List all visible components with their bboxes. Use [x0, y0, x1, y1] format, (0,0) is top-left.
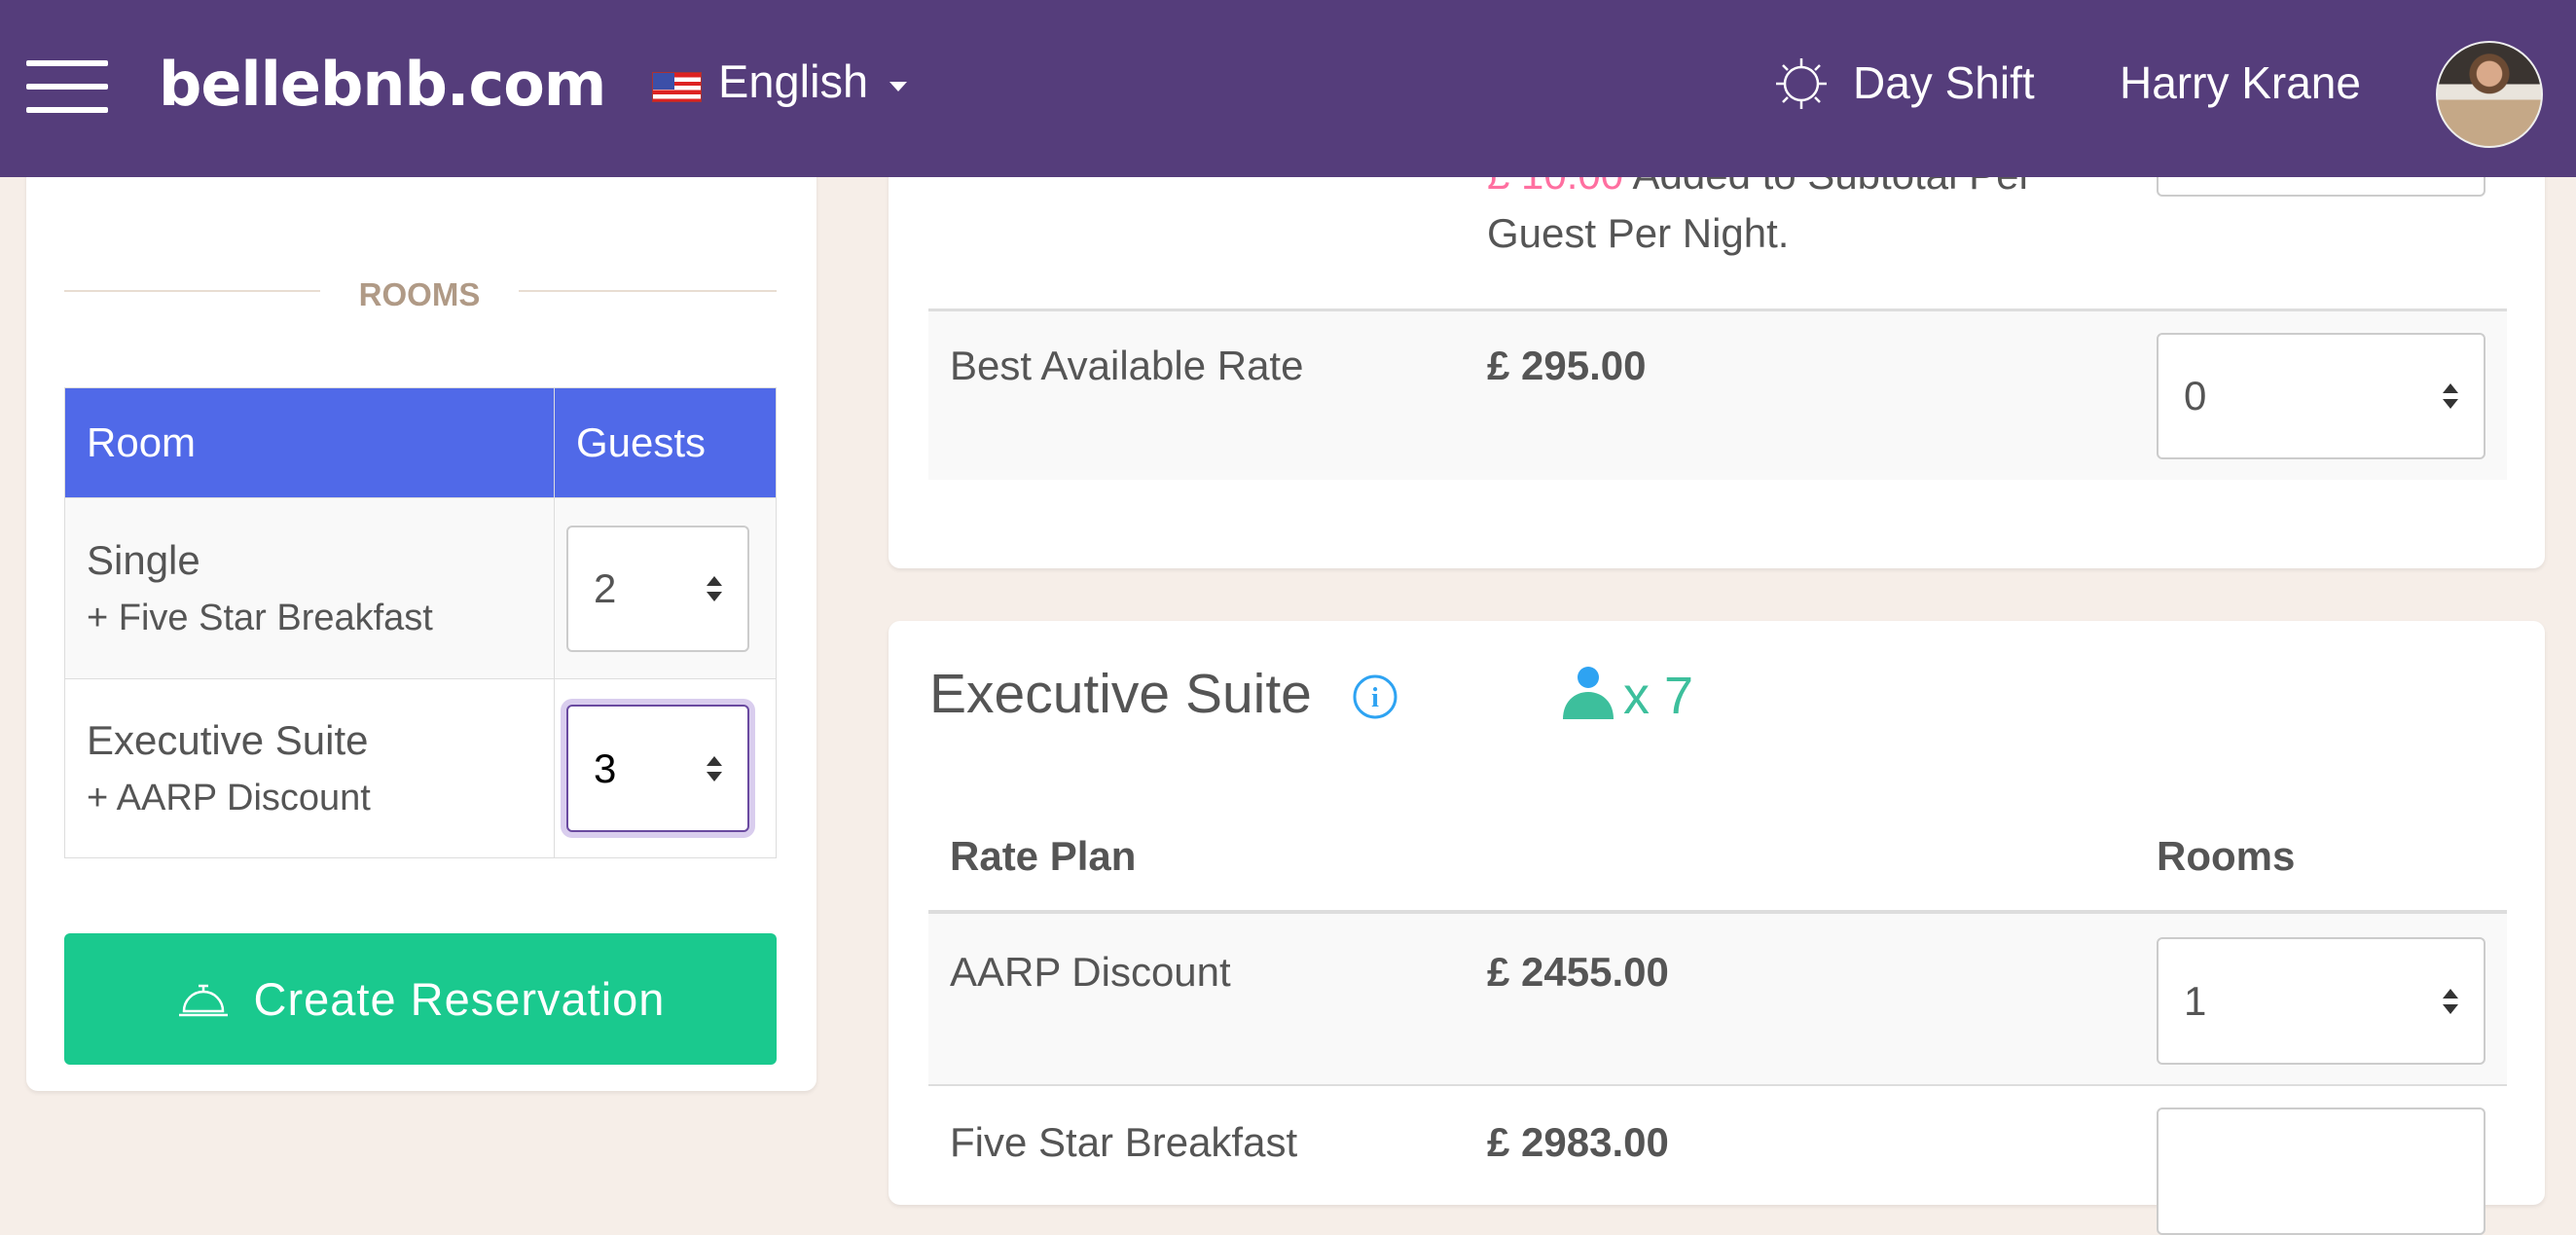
room-name: Single	[87, 537, 200, 583]
guests-select[interactable]: 3	[566, 705, 749, 832]
chevron-updown-icon	[2443, 988, 2458, 1014]
column-header: Rate Plan	[950, 833, 1137, 879]
top-navbar: bellebnb.com English Day Shift Harry Kra…	[0, 0, 2576, 177]
avatar[interactable]	[2436, 41, 2543, 148]
rate-price: £ 2983.00	[1487, 1119, 1669, 1165]
divider	[519, 290, 777, 292]
logo[interactable]: bellebnb.com	[159, 49, 606, 120]
rate-price: £ 2455.00	[1487, 949, 1669, 995]
divider	[64, 290, 320, 292]
rate-price: £ 295.00	[1487, 343, 1647, 388]
chevron-updown-icon	[707, 575, 722, 601]
rooms-select[interactable]: 0	[2157, 333, 2485, 459]
guests-select[interactable]: 2	[566, 525, 749, 652]
room-addon: + Five Star Breakfast	[87, 598, 433, 638]
column-header: Rooms	[2157, 833, 2296, 879]
rate-row: Best Available Rate £ 295.00 0	[928, 309, 2507, 480]
create-reservation-button[interactable]: Create Reservation	[64, 933, 777, 1065]
rooms-select[interactable]: 1	[2157, 937, 2485, 1065]
rate-row: AARP Discount £ 2455.00 1	[928, 910, 2507, 1084]
room-addon: + AARP Discount	[87, 778, 371, 818]
rooms-select[interactable]	[2157, 1108, 2485, 1235]
table-row: Executive Suite + AARP Discount 3	[64, 678, 777, 858]
rate-row: Five Star Breakfast £ 2983.00	[928, 1084, 2507, 1235]
info-icon[interactable]: i	[1352, 673, 1398, 720]
menu-icon[interactable]	[26, 60, 108, 113]
person-icon	[1563, 667, 1614, 719]
room-name: Executive Suite	[87, 717, 369, 763]
section-label: ROOMS	[358, 276, 481, 312]
chevron-updown-icon	[2443, 383, 2458, 409]
us-flag-icon[interactable]	[652, 72, 702, 102]
shift-label[interactable]: Day Shift	[1853, 56, 2035, 109]
svg-text:i: i	[1371, 683, 1379, 713]
column-header: Room	[64, 387, 555, 498]
rooms-table: Room Guests Single + Five Star Breakfast 2…	[64, 387, 777, 858]
table-row: Single + Five Star Breakfast 2	[64, 497, 777, 679]
rate-plan-name: Best Available Rate	[950, 343, 1304, 388]
sun-icon[interactable]	[1774, 56, 1829, 111]
rate-plan-name: Five Star Breakfast	[950, 1119, 1298, 1165]
user-name[interactable]: Harry Krane	[2120, 56, 2361, 109]
chevron-down-icon[interactable]	[889, 82, 907, 91]
button-label: Create Reservation	[253, 973, 666, 1025]
capacity-count: x 7	[1623, 667, 1694, 725]
column-header: Guests	[554, 387, 777, 498]
language-select[interactable]: English	[718, 54, 868, 108]
rate-plan-name: AARP Discount	[950, 949, 1231, 995]
bell-icon	[178, 984, 228, 1016]
chevron-updown-icon	[707, 755, 722, 781]
room-title: Executive Suite	[929, 663, 1312, 725]
